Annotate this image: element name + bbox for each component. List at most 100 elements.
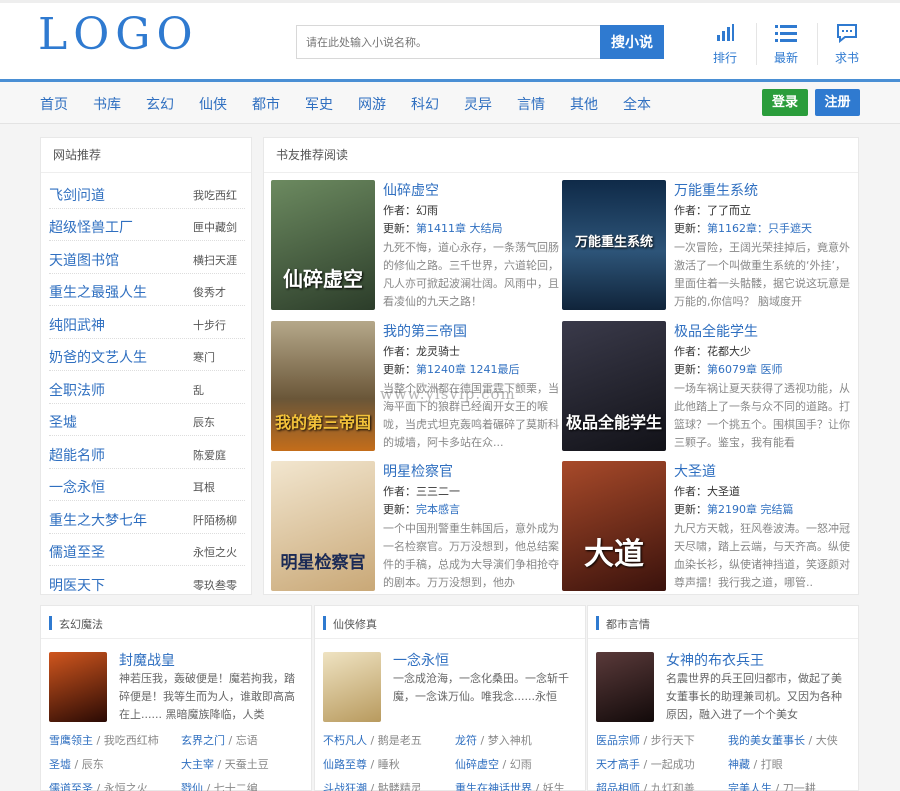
nav-complete[interactable]: 全本 [623, 94, 651, 114]
accent-bar [596, 616, 599, 630]
cover-title: 仙碎虚空 [283, 267, 363, 291]
latest-chapter-link[interactable]: 第1240章 1241最后 [416, 363, 520, 376]
nav-urban[interactable]: 都市 [252, 94, 280, 114]
book-cover[interactable] [596, 652, 654, 722]
book-cover[interactable]: 万能重生系统 [562, 180, 666, 310]
book-link[interactable]: 天道图书馆 [49, 250, 119, 270]
request-book-link[interactable]: 求书 [825, 23, 869, 66]
book-cover[interactable]: 极品全能学生 [562, 321, 666, 451]
book-link[interactable]: 戮仙 [181, 782, 203, 791]
list-item: 医品宗师 / 步行天下 [596, 734, 695, 747]
book-link[interactable]: 不朽凡人 [323, 734, 367, 747]
latest-chapter-link[interactable]: 完本感言 [416, 503, 460, 516]
book-title[interactable]: 极品全能学生 [674, 321, 758, 341]
divider [756, 23, 757, 65]
book-cover[interactable]: 明星检察官 [271, 461, 375, 591]
book-author: 作者：幻雨 [383, 204, 438, 217]
book-link[interactable]: 玄界之门 [181, 734, 225, 747]
book-title[interactable]: 明星检察官 [383, 461, 453, 481]
latest-chapter-link[interactable]: 第1162章：只手遮天 [707, 222, 812, 235]
ranking-link[interactable]: 排行 [703, 23, 747, 66]
book-link[interactable]: 奶爸的文艺人生 [49, 347, 147, 367]
book-link[interactable]: 重生在神话世界 [455, 782, 532, 791]
bar-chart-icon [703, 23, 747, 45]
book-link[interactable]: 斗战狂潮 [323, 782, 367, 791]
featured-book-title[interactable]: 女神的布衣兵王 [666, 650, 764, 670]
book-cover[interactable] [49, 652, 107, 722]
main-nav: 首页 书库 玄幻 仙侠 都市 军史 网游 科幻 灵异 言情 其他 全本 登录 注… [0, 82, 900, 124]
book-link[interactable]: 大主宰 [181, 758, 214, 771]
nav-scifi[interactable]: 科幻 [411, 94, 439, 114]
nav-xianxia[interactable]: 仙侠 [199, 94, 227, 114]
book-link[interactable]: 圣墟 [49, 758, 71, 771]
nav-home[interactable]: 首页 [40, 94, 68, 114]
nav-library[interactable]: 书库 [93, 94, 121, 114]
latest-chapter-link[interactable]: 第6079章 医师 [707, 363, 783, 376]
book-link[interactable]: 儒道至圣 [49, 782, 93, 791]
book-link[interactable]: 全职法师 [49, 380, 105, 400]
nav-military[interactable]: 军史 [305, 94, 333, 114]
login-button[interactable]: 登录 [762, 89, 808, 116]
author: 鹅是老五 [377, 734, 422, 747]
nav-romance[interactable]: 言情 [517, 94, 545, 114]
list-item: 龙符 / 梦入神机 [455, 734, 532, 747]
author: 梦入神机 [487, 734, 532, 747]
book-link[interactable]: 天才高手 [596, 758, 640, 771]
book-link[interactable]: 飞剑问道 [49, 185, 105, 205]
featured-book-title[interactable]: 封魔战皇 [119, 650, 175, 670]
book-title[interactable]: 仙碎虚空 [383, 180, 439, 200]
book-link[interactable]: 一念永恒 [49, 477, 105, 497]
author: 七十二编 [213, 782, 258, 791]
book-link[interactable]: 圣墟 [49, 412, 77, 432]
search-button[interactable]: 搜小说 [600, 25, 664, 59]
book-link[interactable]: 医品宗师 [596, 734, 640, 747]
book-link[interactable]: 超品相师 [596, 782, 640, 791]
book-link[interactable]: 龙符 [455, 734, 477, 747]
book-cover[interactable]: 仙碎虚空 [271, 180, 375, 310]
book-link[interactable]: 完美人生 [728, 782, 772, 791]
category-title[interactable]: 仙侠修真 [333, 616, 377, 632]
book-title[interactable]: 我的第三帝国 [383, 321, 467, 341]
book-link[interactable]: 儒道至圣 [49, 542, 105, 562]
book-link[interactable]: 仙路至尊 [323, 758, 367, 771]
featured-book-title[interactable]: 一念永恒 [393, 650, 449, 670]
book-cover[interactable]: 大道 [562, 461, 666, 591]
book-link[interactable]: 超能名师 [49, 445, 105, 465]
list-item: 明医天下 零玖叁零 [49, 567, 245, 599]
book-link[interactable]: 明医天下 [49, 575, 105, 595]
book-link[interactable]: 雪鹰领主 [49, 734, 93, 747]
book-link[interactable]: 重生之最强人生 [49, 282, 147, 302]
author: 十步行 [193, 319, 226, 332]
nav-fantasy[interactable]: 玄幻 [146, 94, 174, 114]
book-link[interactable]: 仙碎虚空 [455, 758, 499, 771]
register-button[interactable]: 注册 [815, 89, 860, 116]
site-logo[interactable]: LOGO [38, 9, 199, 60]
author: 辰东 [81, 758, 104, 771]
book-title[interactable]: 万能重生系统 [674, 180, 758, 200]
site-recommend-panel: 网站推荐 飞剑问道 我吃西红 超级怪兽工厂 匣中藏剑 天道图书馆 横扫天涯 重生之最强… [40, 137, 252, 595]
latest-link[interactable]: 最新 [764, 23, 808, 66]
latest-chapter-link[interactable]: 第1411章 大结局 [416, 222, 503, 235]
category-title[interactable]: 玄幻魔法 [59, 616, 103, 632]
book-link[interactable]: 超级怪兽工厂 [49, 217, 133, 237]
nav-other[interactable]: 其他 [570, 94, 598, 114]
author: 乱 [193, 384, 204, 397]
book-cover[interactable] [323, 652, 381, 722]
book-link[interactable]: 重生之大梦七年 [49, 510, 147, 530]
book-link[interactable]: 我的美女董事长 [728, 734, 805, 747]
search-input[interactable] [296, 25, 601, 59]
book-author: 作者：花都大少 [674, 345, 751, 358]
category-panel-urban: 都市言情 女神的布衣兵王 名震世界的兵王回归都市，做起了美女董事长的助理兼司机。… [587, 605, 859, 791]
featured-book-description: 一念成沧海，一念化桑田。一念斩千魔，一念诛万仙。唯我念......永恒 [393, 672, 569, 703]
book-cover[interactable]: 我的第三帝国 [271, 321, 375, 451]
author: 一起成功 [650, 758, 695, 771]
book-link[interactable]: 神藏 [728, 758, 750, 771]
nav-supernatural[interactable]: 灵异 [464, 94, 492, 114]
book-title[interactable]: 大圣道 [674, 461, 716, 481]
latest-chapter-link[interactable]: 第2190章 完结篇 [707, 503, 794, 516]
book-link[interactable]: 纯阳武神 [49, 315, 105, 335]
list-item: 儒道至圣 / 永恒之火 [49, 780, 148, 791]
category-panel-fantasy: 玄幻魔法 封魔战皇 神若压我，轰破便是！魔若拘我，踏碎便是！我等生而为人，谁敢即… [40, 605, 312, 791]
nav-online-game[interactable]: 网游 [358, 94, 386, 114]
category-title[interactable]: 都市言情 [606, 616, 650, 632]
